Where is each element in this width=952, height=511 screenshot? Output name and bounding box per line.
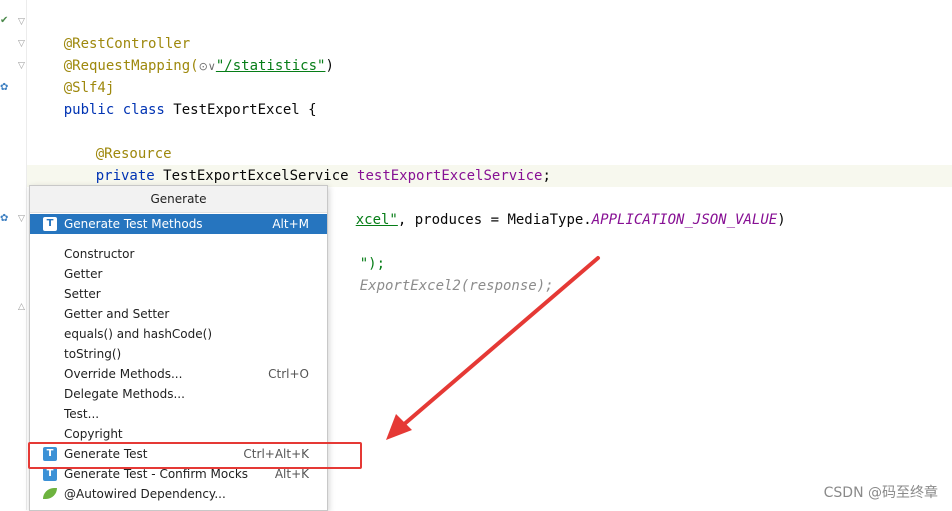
arrow-shaft	[400, 256, 600, 428]
arrow-head	[386, 414, 412, 440]
red-arrow-annotation	[386, 256, 600, 440]
watermark: CSDN @码至终章	[823, 485, 938, 501]
